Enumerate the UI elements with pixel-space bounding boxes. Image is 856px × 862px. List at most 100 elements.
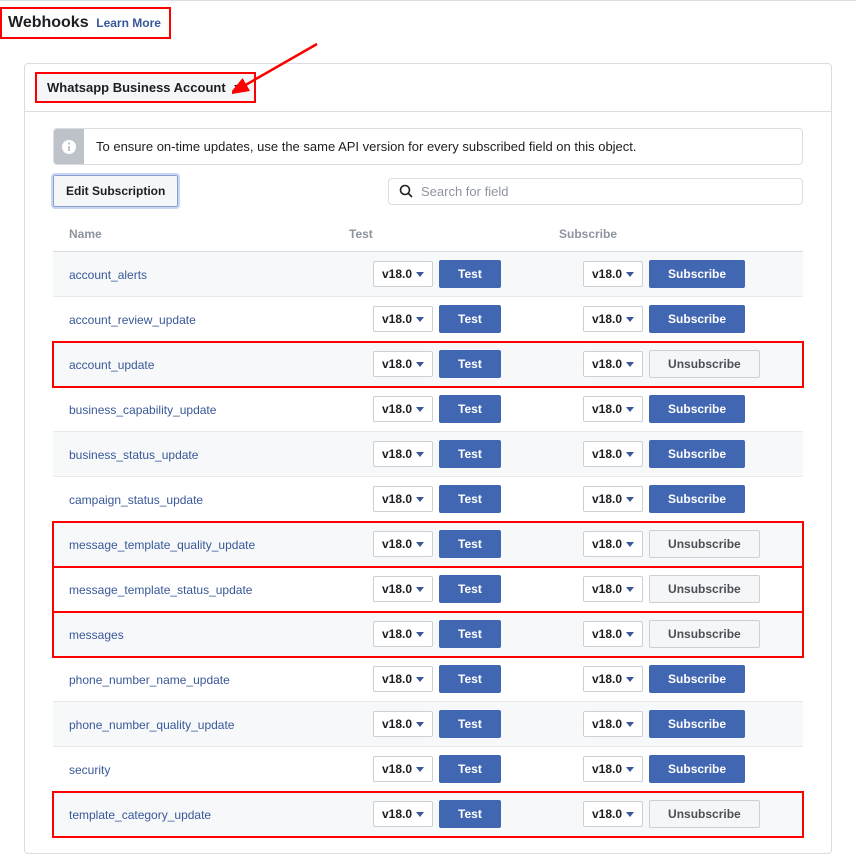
caret-down-icon	[416, 722, 424, 727]
subscribe-version-dropdown[interactable]: v18.0	[583, 486, 643, 512]
edit-subscription-button[interactable]: Edit Subscription	[53, 175, 178, 207]
search-field-wrap[interactable]	[388, 178, 803, 205]
test-version-dropdown[interactable]: v18.0	[373, 756, 433, 782]
caret-down-icon	[626, 542, 634, 547]
subscribe-version-dropdown[interactable]: v18.0	[583, 531, 643, 557]
info-text: To ensure on-time updates, use the same …	[84, 129, 649, 164]
table-header: Name Test Subscribe	[53, 217, 803, 252]
test-version-dropdown[interactable]: v18.0	[373, 441, 433, 467]
unsubscribe-button[interactable]: Unsubscribe	[649, 530, 760, 558]
table-row: account_alertsv18.0Testv18.0Subscribe	[53, 252, 803, 297]
info-banner: To ensure on-time updates, use the same …	[53, 128, 803, 165]
caret-down-icon	[416, 452, 424, 457]
subscribe-button[interactable]: Subscribe	[649, 305, 745, 333]
search-input[interactable]	[421, 184, 792, 199]
caret-down-icon	[416, 767, 424, 772]
field-name-link[interactable]: account_alerts	[69, 268, 147, 282]
object-dropdown-row: Whatsapp Business Account	[25, 64, 831, 112]
table-row: business_capability_updatev18.0Testv18.0…	[53, 387, 803, 432]
unsubscribe-button[interactable]: Unsubscribe	[649, 800, 760, 828]
field-name-link[interactable]: message_template_status_update	[69, 583, 252, 597]
test-button[interactable]: Test	[439, 485, 501, 513]
test-version-dropdown[interactable]: v18.0	[373, 711, 433, 737]
caret-down-icon	[626, 407, 634, 412]
table-row: securityv18.0Testv18.0Subscribe	[53, 747, 803, 792]
learn-more-link[interactable]: Learn More	[96, 16, 161, 30]
caret-down-icon	[626, 452, 634, 457]
test-version-dropdown[interactable]: v18.0	[373, 801, 433, 827]
field-name-link[interactable]: phone_number_quality_update	[69, 718, 234, 732]
field-name-link[interactable]: business_capability_update	[69, 403, 216, 417]
table-row: phone_number_quality_updatev18.0Testv18.…	[53, 702, 803, 747]
field-name-link[interactable]: campaign_status_update	[69, 493, 203, 507]
field-name-link[interactable]: security	[69, 763, 110, 777]
unsubscribe-button[interactable]: Unsubscribe	[649, 575, 760, 603]
table-row: message_template_quality_updatev18.0Test…	[53, 522, 803, 567]
test-button[interactable]: Test	[439, 575, 501, 603]
subscribe-button[interactable]: Subscribe	[649, 395, 745, 423]
caret-down-icon	[416, 272, 424, 277]
test-button[interactable]: Test	[439, 530, 501, 558]
test-version-dropdown[interactable]: v18.0	[373, 396, 433, 422]
field-name-link[interactable]: business_status_update	[69, 448, 198, 462]
webhooks-card: Whatsapp Business Account To ensure on-t…	[24, 63, 832, 854]
caret-down-icon	[234, 85, 244, 91]
test-button[interactable]: Test	[439, 620, 501, 648]
object-dropdown[interactable]: Whatsapp Business Account	[35, 72, 256, 103]
subscribe-version-dropdown[interactable]: v18.0	[583, 351, 643, 377]
test-version-dropdown[interactable]: v18.0	[373, 486, 433, 512]
test-button[interactable]: Test	[439, 440, 501, 468]
caret-down-icon	[416, 632, 424, 637]
test-version-dropdown[interactable]: v18.0	[373, 351, 433, 377]
subscribe-version-dropdown[interactable]: v18.0	[583, 306, 643, 332]
test-button[interactable]: Test	[439, 710, 501, 738]
subscribe-version-dropdown[interactable]: v18.0	[583, 756, 643, 782]
test-button[interactable]: Test	[439, 350, 501, 378]
subscribe-version-dropdown[interactable]: v18.0	[583, 261, 643, 287]
test-button[interactable]: Test	[439, 665, 501, 693]
test-version-dropdown[interactable]: v18.0	[373, 531, 433, 557]
subscribe-version-dropdown[interactable]: v18.0	[583, 576, 643, 602]
subscribe-version-dropdown[interactable]: v18.0	[583, 666, 643, 692]
subscribe-version-dropdown[interactable]: v18.0	[583, 801, 643, 827]
caret-down-icon	[416, 317, 424, 322]
page-title-highlight: Webhooks Learn More	[0, 7, 171, 39]
table-row: phone_number_name_updatev18.0Testv18.0Su…	[53, 657, 803, 702]
subscribe-version-dropdown[interactable]: v18.0	[583, 441, 643, 467]
table-row: template_category_updatev18.0Testv18.0Un…	[53, 792, 803, 837]
subscribe-button[interactable]: Subscribe	[649, 440, 745, 468]
unsubscribe-button[interactable]: Unsubscribe	[649, 350, 760, 378]
subscribe-button[interactable]: Subscribe	[649, 485, 745, 513]
subscribe-version-dropdown[interactable]: v18.0	[583, 711, 643, 737]
subscribe-button[interactable]: Subscribe	[649, 260, 745, 288]
subscribe-version-dropdown[interactable]: v18.0	[583, 396, 643, 422]
subscribe-button[interactable]: Subscribe	[649, 710, 745, 738]
field-name-link[interactable]: account_update	[69, 358, 154, 372]
field-name-link[interactable]: account_review_update	[69, 313, 196, 327]
test-version-dropdown[interactable]: v18.0	[373, 261, 433, 287]
test-button[interactable]: Test	[439, 260, 501, 288]
test-version-dropdown[interactable]: v18.0	[373, 306, 433, 332]
test-button[interactable]: Test	[439, 755, 501, 783]
subscribe-version-dropdown[interactable]: v18.0	[583, 621, 643, 647]
caret-down-icon	[626, 632, 634, 637]
field-name-link[interactable]: phone_number_name_update	[69, 673, 230, 687]
field-name-link[interactable]: template_category_update	[69, 808, 211, 822]
test-button[interactable]: Test	[439, 800, 501, 828]
test-version-dropdown[interactable]: v18.0	[373, 666, 433, 692]
caret-down-icon	[416, 812, 424, 817]
test-version-dropdown[interactable]: v18.0	[373, 621, 433, 647]
unsubscribe-button[interactable]: Unsubscribe	[649, 620, 760, 648]
test-version-dropdown[interactable]: v18.0	[373, 576, 433, 602]
caret-down-icon	[626, 812, 634, 817]
test-button[interactable]: Test	[439, 395, 501, 423]
subscribe-button[interactable]: Subscribe	[649, 665, 745, 693]
subscribe-button[interactable]: Subscribe	[649, 755, 745, 783]
col-header-test: Test	[349, 227, 559, 241]
table-row: campaign_status_updatev18.0Testv18.0Subs…	[53, 477, 803, 522]
field-name-link[interactable]: messages	[69, 628, 124, 642]
object-dropdown-label: Whatsapp Business Account	[47, 80, 226, 95]
test-button[interactable]: Test	[439, 305, 501, 333]
table-row: messagesv18.0Testv18.0Unsubscribe	[53, 612, 803, 657]
field-name-link[interactable]: message_template_quality_update	[69, 538, 255, 552]
